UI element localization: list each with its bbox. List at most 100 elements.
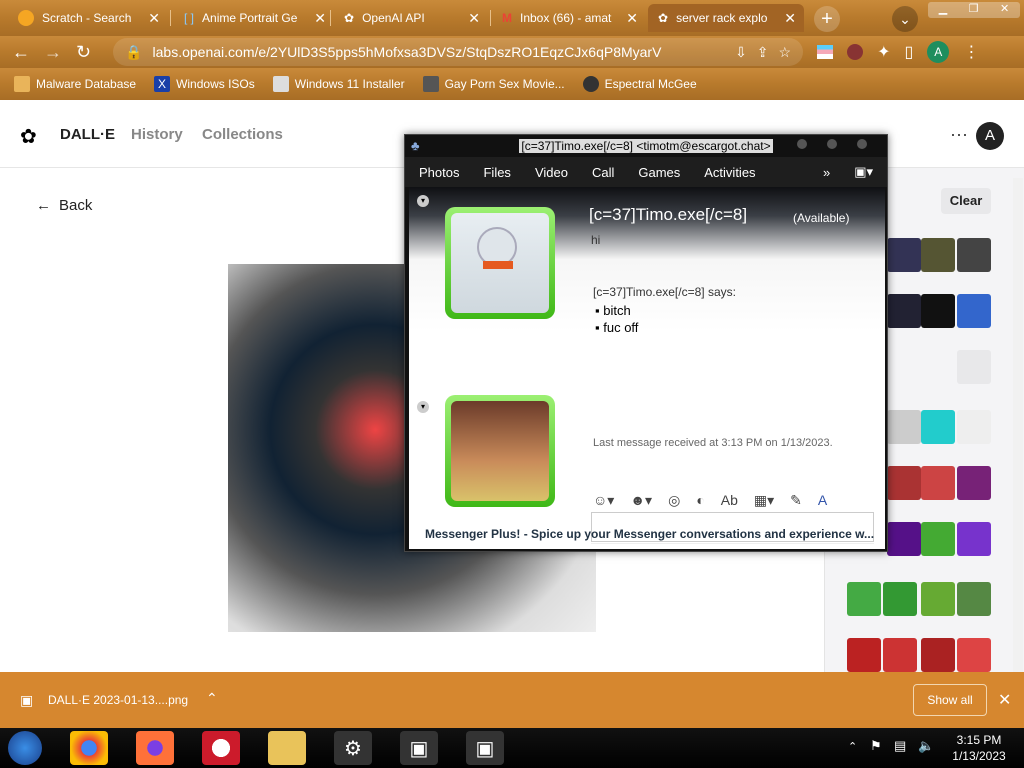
forward-arrow-icon[interactable]: → [44, 42, 62, 63]
bookmark-espectral-mcgee[interactable]: Espectral McGee [582, 76, 697, 92]
tab-inbox[interactable]: M Inbox (66) - amat ✕ [492, 4, 646, 32]
history-thumbnail[interactable] [921, 238, 955, 272]
history-thumbnail[interactable] [957, 238, 991, 272]
tray-chevron-icon[interactable]: ⌃ [848, 740, 857, 753]
chevron-more-icon[interactable]: » [823, 165, 830, 180]
clock[interactable]: 3:15 PM 1/13/2023 [944, 732, 1014, 764]
more-options-icon[interactable]: ··· [950, 124, 968, 145]
wink-icon[interactable]: ☻▾ [630, 492, 652, 509]
msn-taskbar-icon-2[interactable]: ▣ [466, 731, 504, 765]
maximize-button[interactable] [827, 139, 837, 149]
file-explorer-icon[interactable] [268, 731, 306, 765]
tab-openai-api[interactable]: ✿ OpenAI API ✕ [334, 4, 488, 32]
msn-titlebar[interactable]: ♣ [c=37]Timo.exe[/c=8] <timotm@escargot.… [405, 135, 887, 157]
history-thumbnail[interactable] [957, 410, 991, 444]
close-icon[interactable]: ✕ [998, 690, 1011, 710]
history-thumbnail[interactable] [887, 410, 921, 444]
nav-history[interactable]: History [131, 126, 183, 143]
history-thumbnail[interactable] [887, 294, 921, 328]
nav-collections[interactable]: Collections [202, 126, 283, 143]
collapse-icon[interactable]: ▾ [417, 195, 429, 207]
clear-button[interactable]: Clear [941, 188, 991, 214]
history-thumbnail[interactable] [847, 582, 881, 616]
history-thumbnail[interactable] [921, 410, 955, 444]
background-icon[interactable]: ▦▾ [754, 492, 774, 509]
back-arrow-icon[interactable]: ← [12, 42, 30, 63]
extension-flag-icon[interactable] [817, 45, 834, 59]
minimize-button[interactable]: ▁ [939, 2, 947, 18]
handwriting-icon[interactable]: ✎ [790, 492, 802, 509]
history-thumbnail[interactable] [883, 638, 917, 672]
close-icon[interactable]: ✕ [784, 10, 796, 27]
brand-title[interactable]: DALL·E [60, 126, 115, 143]
menu-call[interactable]: Call [592, 165, 614, 180]
show-all-button[interactable]: Show all [913, 684, 987, 716]
chrome-icon[interactable] [70, 731, 108, 765]
history-thumbnail[interactable] [887, 466, 921, 500]
menu-files[interactable]: Files [483, 165, 510, 180]
history-thumbnail[interactable] [883, 582, 917, 616]
reload-icon[interactable]: ↻ [76, 42, 91, 63]
bookmark-movie[interactable]: Gay Porn Sex Movie... [422, 76, 565, 92]
history-thumbnail[interactable] [921, 294, 955, 328]
extensions-puzzle-icon[interactable]: ✦ [877, 42, 890, 62]
nudge-icon[interactable]: ◎ [668, 492, 680, 509]
close-icon[interactable]: ✕ [148, 10, 160, 27]
openai-logo-icon[interactable]: ✿ [20, 124, 37, 149]
menu-activities[interactable]: Activities [704, 165, 755, 180]
user-avatar[interactable] [445, 395, 555, 507]
close-window-button[interactable] [857, 139, 867, 149]
start-button[interactable] [8, 731, 42, 765]
options-menu-icon[interactable]: ▣▾ [854, 164, 873, 180]
history-thumbnail[interactable] [847, 638, 881, 672]
history-thumbnail[interactable] [921, 638, 955, 672]
menu-kebab-icon[interactable]: ⋮ [963, 42, 979, 62]
msn-taskbar-icon[interactable]: ▣ [400, 731, 438, 765]
user-avatar[interactable]: A [976, 122, 1004, 150]
extension-avatar-icon[interactable] [847, 44, 864, 60]
firefox-icon[interactable] [136, 731, 174, 765]
voice-clip-icon[interactable]: ◐ [696, 492, 704, 509]
back-button[interactable]: ← Back [36, 197, 92, 214]
new-tab-button[interactable]: + [814, 6, 840, 32]
history-thumbnail[interactable] [957, 638, 991, 672]
collapse-icon[interactable]: ▾ [417, 401, 429, 413]
menu-video[interactable]: Video [535, 165, 568, 180]
download-filename[interactable]: DALL·E 2023-01-13....png [48, 693, 188, 707]
close-icon[interactable]: ✕ [468, 10, 480, 27]
profile-avatar[interactable]: A [927, 41, 950, 63]
chevron-up-icon[interactable]: ⌃ [206, 690, 218, 707]
contact-avatar[interactable] [445, 207, 555, 319]
tab-anime[interactable]: [ ] Anime Portrait Ge ✕ [174, 4, 334, 32]
page-scrollbar[interactable] [1013, 178, 1023, 672]
tab-scratch[interactable]: Scratch - Search ✕ [8, 4, 168, 32]
history-thumbnail[interactable] [921, 582, 955, 616]
close-icon[interactable]: ✕ [314, 10, 326, 27]
tab-server-rack[interactable]: ✿ server rack explo ✕ [648, 4, 804, 32]
close-window-button[interactable]: ✕ [1000, 2, 1009, 18]
history-thumbnail[interactable] [957, 294, 991, 328]
opera-icon[interactable] [202, 731, 240, 765]
bookmark-windows-isos[interactable]: X Windows ISOs [154, 76, 255, 92]
close-icon[interactable]: ✕ [626, 10, 638, 27]
messenger-plus-ad[interactable]: Messenger Plus! - Spice up your Messenge… [425, 527, 885, 541]
font-icon[interactable]: Ab [721, 492, 738, 509]
action-center-flag-icon[interactable]: ⚑ [870, 738, 882, 754]
emoticon-icon[interactable]: ☺▾ [593, 492, 614, 509]
history-thumbnail[interactable] [957, 582, 991, 616]
bookmark-malware-database[interactable]: Malware Database [14, 76, 136, 92]
share-icon[interactable]: ⇪ [757, 44, 769, 61]
network-icon[interactable]: ⚙ [334, 731, 372, 765]
history-thumbnail[interactable] [957, 522, 991, 556]
tab-search-button[interactable]: ⌄ [892, 6, 918, 32]
history-thumbnail[interactable] [887, 238, 921, 272]
bookmark-windows-11-installer[interactable]: Windows 11 Installer [272, 76, 405, 92]
history-thumbnail[interactable] [957, 466, 991, 500]
text-color-icon[interactable]: A [818, 492, 827, 509]
sidepanel-icon[interactable]: ▯ [905, 42, 914, 62]
maximize-button[interactable]: ❐ [969, 2, 979, 18]
menu-games[interactable]: Games [638, 165, 680, 180]
menu-photos[interactable]: Photos [419, 165, 459, 180]
install-icon[interactable]: ⇩ [735, 44, 747, 61]
star-icon[interactable]: ☆ [779, 44, 792, 61]
